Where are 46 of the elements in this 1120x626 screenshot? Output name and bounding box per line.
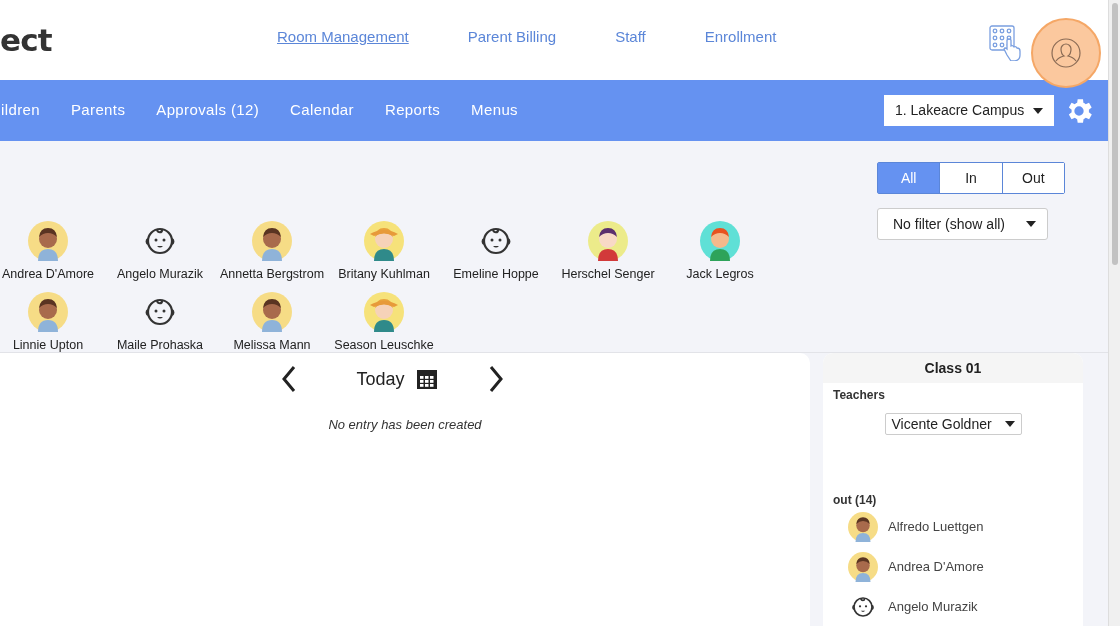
child-name[interactable]: Annetta Bergstrom xyxy=(219,267,325,281)
filter-tab[interactable]: In xyxy=(939,163,1002,193)
avatar-icon xyxy=(252,221,292,261)
child-name[interactable]: Herschel Senger xyxy=(561,267,655,281)
avatar-icon xyxy=(28,221,68,261)
child-name[interactable]: Angelo Murazik xyxy=(888,597,978,617)
nav-link[interactable]: Staff xyxy=(615,26,646,49)
campus-select[interactable]: 1. Lakeacre Campus xyxy=(884,95,1054,126)
child-name[interactable]: Linnie Upton xyxy=(12,338,84,352)
avatar-icon xyxy=(364,221,404,261)
child-name[interactable]: Melissa Mann xyxy=(233,338,311,352)
section-label: Teachers xyxy=(833,387,886,404)
avatar-icon xyxy=(252,292,292,332)
avatar-icon xyxy=(28,292,68,332)
child-name[interactable]: Alfredo Luettgen xyxy=(888,517,984,537)
avatar-icon xyxy=(364,292,404,332)
child-name[interactable]: Season Leuschke xyxy=(334,338,434,352)
avatar-icon xyxy=(848,512,878,542)
profile-icon[interactable] xyxy=(1051,38,1081,68)
avatar-icon xyxy=(848,552,878,582)
calendar-icon[interactable] xyxy=(416,369,437,389)
caret-icon xyxy=(1004,421,1015,427)
child-name[interactable]: Angelo Murazik xyxy=(116,267,204,281)
nav-link[interactable]: Enrollment xyxy=(704,26,777,49)
date-label: Today xyxy=(356,367,405,391)
child-name[interactable]: Emeline Hoppe xyxy=(453,267,539,281)
filter-select[interactable]: No filter (show all) xyxy=(877,208,1048,240)
caret-icon xyxy=(1026,221,1036,227)
scrollbar[interactable] xyxy=(1108,0,1120,626)
child-name[interactable]: Jack Legros xyxy=(686,267,754,281)
caret-icon xyxy=(1033,107,1043,114)
child-name[interactable]: Andrea D'Amore xyxy=(888,557,984,577)
class-title: Class 01 xyxy=(924,358,982,378)
nav-link[interactable]: Parent Billing xyxy=(467,26,557,49)
section-label: out (14) xyxy=(833,492,878,509)
filter-tab[interactable]: Out xyxy=(1001,163,1064,193)
avatar-icon xyxy=(700,221,740,261)
teacher-select[interactable]: Vicente Goldner xyxy=(884,413,1022,435)
nav-link[interactable]: Room Management xyxy=(277,26,409,49)
keypad-icon[interactable] xyxy=(989,25,1023,61)
logo-text: ect xyxy=(0,20,53,60)
avatar-icon xyxy=(588,221,628,261)
child-name[interactable]: Andrea D'Amore xyxy=(2,267,94,281)
empty-message: No entry has been created xyxy=(328,416,482,434)
child-name[interactable]: Britany Kuhlman xyxy=(338,267,430,281)
child-name[interactable]: Maile Prohaska xyxy=(116,338,204,352)
